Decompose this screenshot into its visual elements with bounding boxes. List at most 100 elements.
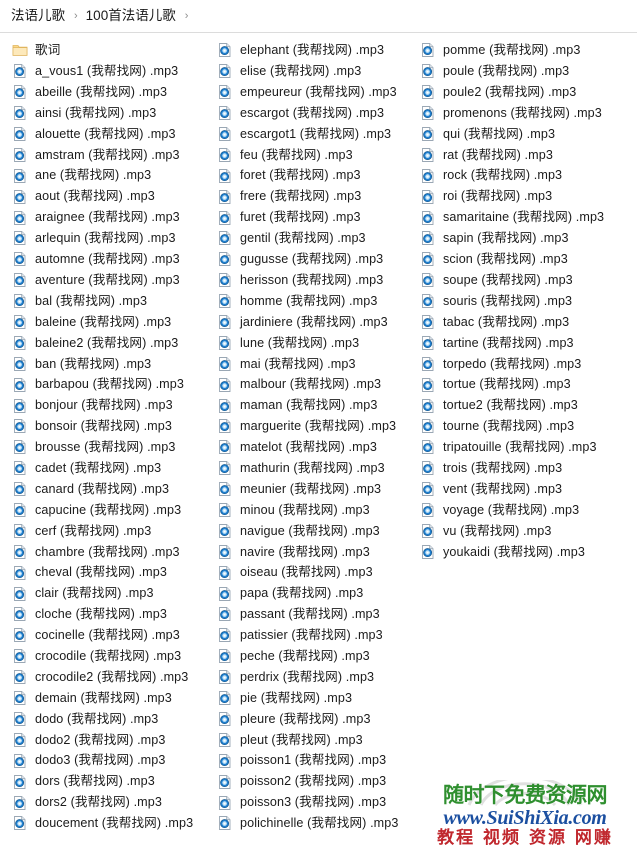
file-item[interactable]: roi (我帮找网) .mp3	[420, 186, 637, 207]
file-item[interactable]: cerf (我帮找网) .mp3	[12, 520, 211, 541]
file-item[interactable]: ban (我帮找网) .mp3	[12, 353, 211, 374]
file-item[interactable]: tripatouille (我帮找网) .mp3	[420, 437, 637, 458]
file-item[interactable]: elephant (我帮找网) .mp3	[217, 40, 416, 61]
file-item[interactable]: cheval (我帮找网) .mp3	[12, 562, 211, 583]
file-item[interactable]: marguerite (我帮找网) .mp3	[217, 416, 416, 437]
file-item[interactable]: dors (我帮找网) .mp3	[12, 771, 211, 792]
file-item[interactable]: youkaidi (我帮找网) .mp3	[420, 541, 637, 562]
file-item[interactable]: foret (我帮找网) .mp3	[217, 165, 416, 186]
file-item[interactable]: pleure (我帮找网) .mp3	[217, 709, 416, 730]
file-item[interactable]: cadet (我帮找网) .mp3	[12, 458, 211, 479]
file-item[interactable]: mai (我帮找网) .mp3	[217, 353, 416, 374]
breadcrumb-item-1[interactable]: 法语儿歌	[10, 7, 66, 25]
file-item[interactable]: bonjour (我帮找网) .mp3	[12, 395, 211, 416]
file-item[interactable]: doucement (我帮找网) .mp3	[12, 813, 211, 834]
file-item[interactable]: bal (我帮找网) .mp3	[12, 291, 211, 312]
folder-item[interactable]: 歌词	[12, 40, 211, 61]
breadcrumb-separator-icon[interactable]: ›	[185, 10, 189, 22]
file-item[interactable]: mathurin (我帮找网) .mp3	[217, 458, 416, 479]
file-item[interactable]: papa (我帮找网) .mp3	[217, 583, 416, 604]
file-item[interactable]: perdrix (我帮找网) .mp3	[217, 667, 416, 688]
file-item[interactable]: patissier (我帮找网) .mp3	[217, 625, 416, 646]
file-item[interactable]: crocodile2 (我帮找网) .mp3	[12, 667, 211, 688]
file-item[interactable]: gugusse (我帮找网) .mp3	[217, 249, 416, 270]
file-item[interactable]: polichinelle (我帮找网) .mp3	[217, 813, 416, 834]
file-item[interactable]: dodo2 (我帮找网) .mp3	[12, 729, 211, 750]
file-item[interactable]: ane (我帮找网) .mp3	[12, 165, 211, 186]
file-item[interactable]: matelot (我帮找网) .mp3	[217, 437, 416, 458]
file-item[interactable]: lune (我帮找网) .mp3	[217, 332, 416, 353]
file-item[interactable]: tortue2 (我帮找网) .mp3	[420, 395, 637, 416]
file-item[interactable]: oiseau (我帮找网) .mp3	[217, 562, 416, 583]
file-item[interactable]: dors2 (我帮找网) .mp3	[12, 792, 211, 813]
file-item[interactable]: samaritaine (我帮找网) .mp3	[420, 207, 637, 228]
file-item[interactable]: poisson3 (我帮找网) .mp3	[217, 792, 416, 813]
file-item[interactable]: poule2 (我帮找网) .mp3	[420, 82, 637, 103]
file-item[interactable]: dodo (我帮找网) .mp3	[12, 709, 211, 730]
file-item[interactable]: chambre (我帮找网) .mp3	[12, 541, 211, 562]
file-item[interactable]: brousse (我帮找网) .mp3	[12, 437, 211, 458]
file-item[interactable]: baleine (我帮找网) .mp3	[12, 312, 211, 333]
file-item[interactable]: torpedo (我帮找网) .mp3	[420, 353, 637, 374]
file-item[interactable]: amstram (我帮找网) .mp3	[12, 144, 211, 165]
file-item[interactable]: alouette (我帮找网) .mp3	[12, 124, 211, 145]
file-item[interactable]: frere (我帮找网) .mp3	[217, 186, 416, 207]
file-item[interactable]: trois (我帮找网) .mp3	[420, 458, 637, 479]
file-item[interactable]: passant (我帮找网) .mp3	[217, 604, 416, 625]
file-item[interactable]: clair (我帮找网) .mp3	[12, 583, 211, 604]
file-item[interactable]: tartine (我帮找网) .mp3	[420, 332, 637, 353]
file-item[interactable]: automne (我帮找网) .mp3	[12, 249, 211, 270]
file-item[interactable]: baleine2 (我帮找网) .mp3	[12, 332, 211, 353]
file-item[interactable]: qui (我帮找网) .mp3	[420, 124, 637, 145]
file-item[interactable]: aventure (我帮找网) .mp3	[12, 270, 211, 291]
file-item[interactable]: canard (我帮找网) .mp3	[12, 479, 211, 500]
file-item[interactable]: poule (我帮找网) .mp3	[420, 61, 637, 82]
file-item[interactable]: escargot (我帮找网) .mp3	[217, 103, 416, 124]
file-item[interactable]: demain (我帮找网) .mp3	[12, 688, 211, 709]
file-item[interactable]: voyage (我帮找网) .mp3	[420, 500, 637, 521]
file-item[interactable]: vu (我帮找网) .mp3	[420, 520, 637, 541]
file-item[interactable]: cocinelle (我帮找网) .mp3	[12, 625, 211, 646]
file-item[interactable]: escargot1 (我帮找网) .mp3	[217, 124, 416, 145]
file-item[interactable]: pie (我帮找网) .mp3	[217, 688, 416, 709]
file-item[interactable]: ainsi (我帮找网) .mp3	[12, 103, 211, 124]
file-item[interactable]: malbour (我帮找网) .mp3	[217, 374, 416, 395]
file-item[interactable]: a_vous1 (我帮找网) .mp3	[12, 61, 211, 82]
file-item[interactable]: gentil (我帮找网) .mp3	[217, 228, 416, 249]
file-item[interactable]: poisson2 (我帮找网) .mp3	[217, 771, 416, 792]
file-item[interactable]: soupe (我帮找网) .mp3	[420, 270, 637, 291]
file-item[interactable]: peche (我帮找网) .mp3	[217, 646, 416, 667]
file-item[interactable]: furet (我帮找网) .mp3	[217, 207, 416, 228]
file-item[interactable]: jardiniere (我帮找网) .mp3	[217, 312, 416, 333]
file-item[interactable]: crocodile (我帮找网) .mp3	[12, 646, 211, 667]
file-item[interactable]: maman (我帮找网) .mp3	[217, 395, 416, 416]
file-item[interactable]: empeureur (我帮找网) .mp3	[217, 82, 416, 103]
file-item[interactable]: meunier (我帮找网) .mp3	[217, 479, 416, 500]
file-item[interactable]: herisson (我帮找网) .mp3	[217, 270, 416, 291]
file-item[interactable]: pleut (我帮找网) .mp3	[217, 729, 416, 750]
file-item[interactable]: abeille (我帮找网) .mp3	[12, 82, 211, 103]
file-item[interactable]: arlequin (我帮找网) .mp3	[12, 228, 211, 249]
file-item[interactable]: homme (我帮找网) .mp3	[217, 291, 416, 312]
file-item[interactable]: vent (我帮找网) .mp3	[420, 479, 637, 500]
file-item[interactable]: tourne (我帮找网) .mp3	[420, 416, 637, 437]
file-item[interactable]: aout (我帮找网) .mp3	[12, 186, 211, 207]
file-item[interactable]: sapin (我帮找网) .mp3	[420, 228, 637, 249]
file-item[interactable]: poisson1 (我帮找网) .mp3	[217, 750, 416, 771]
file-item[interactable]: pomme (我帮找网) .mp3	[420, 40, 637, 61]
file-item[interactable]: rock (我帮找网) .mp3	[420, 165, 637, 186]
file-item[interactable]: rat (我帮找网) .mp3	[420, 144, 637, 165]
file-item[interactable]: navigue (我帮找网) .mp3	[217, 520, 416, 541]
file-item[interactable]: barbapou (我帮找网) .mp3	[12, 374, 211, 395]
file-item[interactable]: scion (我帮找网) .mp3	[420, 249, 637, 270]
file-item[interactable]: elise (我帮找网) .mp3	[217, 61, 416, 82]
file-item[interactable]: souris (我帮找网) .mp3	[420, 291, 637, 312]
file-item[interactable]: navire (我帮找网) .mp3	[217, 541, 416, 562]
file-item[interactable]: tabac (我帮找网) .mp3	[420, 312, 637, 333]
file-item[interactable]: minou (我帮找网) .mp3	[217, 500, 416, 521]
file-item[interactable]: araignee (我帮找网) .mp3	[12, 207, 211, 228]
file-item[interactable]: feu (我帮找网) .mp3	[217, 144, 416, 165]
file-item[interactable]: promenons (我帮找网) .mp3	[420, 103, 637, 124]
file-item[interactable]: capucine (我帮找网) .mp3	[12, 500, 211, 521]
breadcrumb-item-2[interactable]: 100首法语儿歌	[85, 7, 177, 25]
